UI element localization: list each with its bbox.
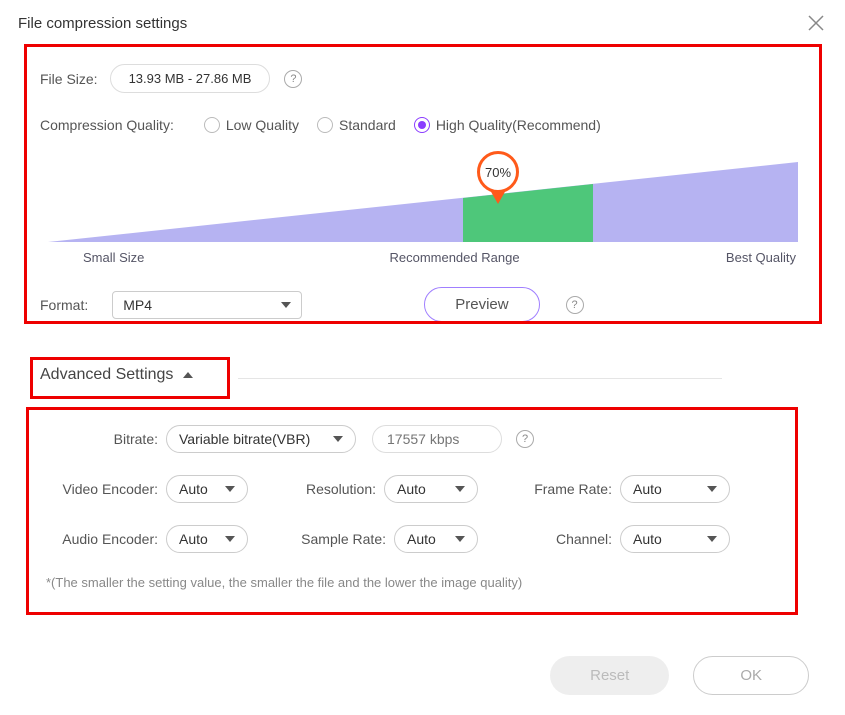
radio-high-quality[interactable]: High Quality(Recommend) [414, 117, 601, 133]
bitrate-label: Bitrate: [98, 431, 158, 447]
radio-low-quality[interactable]: Low Quality [204, 117, 299, 133]
frame-rate-label: Frame Rate: [516, 481, 612, 497]
audio-encoder-label: Audio Encoder: [48, 531, 158, 547]
video-encoder-label: Video Encoder: [48, 481, 158, 497]
channel-select[interactable]: Auto [620, 525, 730, 553]
radio-label: Standard [339, 117, 396, 133]
slider-label-small: Small Size [48, 250, 311, 265]
radio-label: High Quality(Recommend) [436, 117, 601, 133]
chevron-down-icon [707, 534, 717, 544]
sample-rate-select[interactable]: Auto [394, 525, 478, 553]
slider-background-icon [48, 162, 798, 242]
radio-circle-icon [317, 117, 333, 133]
select-value: Auto [397, 481, 426, 497]
help-icon[interactable]: ? [566, 296, 584, 314]
divider [238, 378, 722, 379]
compression-slider[interactable]: 70% Small Size Recommended Range Best Qu… [48, 157, 798, 267]
select-value: Auto [633, 481, 662, 497]
bitrate-mode-select[interactable]: Variable bitrate(VBR) [166, 425, 356, 453]
help-icon[interactable]: ? [284, 70, 302, 88]
audio-encoder-select[interactable]: Auto [166, 525, 248, 553]
help-icon[interactable]: ? [516, 430, 534, 448]
resolution-label: Resolution: [286, 481, 376, 497]
radio-standard[interactable]: Standard [317, 117, 396, 133]
main-settings-panel: File Size: 13.93 MB - 27.86 MB ? Compres… [24, 44, 822, 324]
radio-circle-icon [204, 117, 220, 133]
radio-circle-icon [414, 117, 430, 133]
ok-button[interactable]: OK [693, 656, 809, 695]
select-value: Auto [407, 531, 436, 547]
frame-rate-select[interactable]: Auto [620, 475, 730, 503]
hint-text: *(The smaller the setting value, the sma… [46, 575, 778, 590]
select-value: Auto [179, 481, 208, 497]
video-encoder-select[interactable]: Auto [166, 475, 248, 503]
reset-button[interactable]: Reset [550, 656, 669, 695]
chevron-down-icon [455, 534, 465, 544]
advanced-settings-toggle[interactable]: Advanced Settings [40, 366, 193, 384]
dialog-title: File compression settings [18, 15, 187, 32]
select-value: Auto [633, 531, 662, 547]
bitrate-mode-value: Variable bitrate(VBR) [179, 431, 310, 447]
channel-label: Channel: [516, 531, 612, 547]
format-value: MP4 [123, 297, 152, 313]
close-icon[interactable] [807, 14, 825, 32]
slider-thumb[interactable]: 70% [477, 151, 519, 204]
sample-rate-label: Sample Rate: [286, 531, 386, 547]
slider-label-best: Best Quality [568, 250, 798, 265]
file-size-label: File Size: [40, 71, 98, 87]
radio-label: Low Quality [226, 117, 299, 133]
chevron-up-icon [183, 370, 193, 380]
file-size-value: 13.93 MB - 27.86 MB [110, 64, 271, 93]
quality-label: Compression Quality: [40, 117, 174, 133]
chevron-down-icon [225, 534, 235, 544]
chevron-down-icon [455, 484, 465, 494]
chevron-down-icon [225, 484, 235, 494]
format-label: Format: [40, 297, 88, 313]
slider-label-mid: Recommended Range [311, 250, 569, 265]
advanced-settings-panel: Bitrate: Variable bitrate(VBR) ? Video E… [26, 407, 798, 608]
chevron-down-icon [281, 300, 291, 310]
format-select[interactable]: MP4 [112, 291, 302, 319]
chevron-down-icon [333, 434, 343, 444]
preview-button[interactable]: Preview [424, 287, 539, 322]
chevron-down-icon [707, 484, 717, 494]
select-value: Auto [179, 531, 208, 547]
bitrate-input[interactable] [372, 425, 502, 453]
advanced-settings-label: Advanced Settings [40, 366, 173, 384]
slider-value: 70% [485, 165, 511, 180]
resolution-select[interactable]: Auto [384, 475, 478, 503]
